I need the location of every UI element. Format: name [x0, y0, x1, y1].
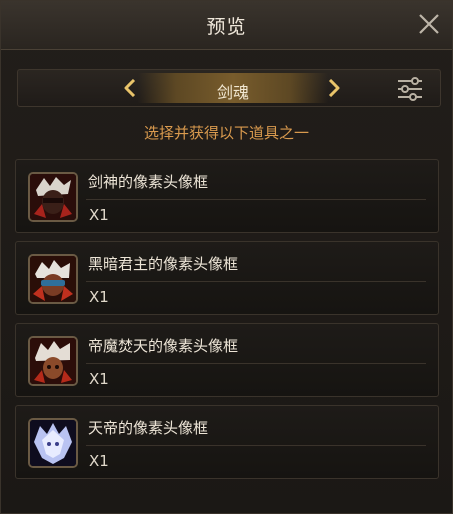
avatar-frame-icon[interactable] [28, 418, 78, 468]
reward-item[interactable]: 天帝的像素头像框 X1 [15, 405, 439, 479]
class-selector-label-bg: 剑魂 [138, 73, 328, 103]
close-button[interactable] [416, 11, 442, 37]
sliders-icon [398, 77, 422, 101]
class-selector: 剑魂 [17, 69, 441, 107]
dialog-title: 预览 [206, 16, 247, 38]
chevron-left-icon [124, 79, 136, 97]
avatar-frame-icon[interactable] [28, 172, 78, 222]
reward-item-name: 天帝的像素头像框 [88, 419, 209, 437]
divider [86, 199, 426, 200]
filter-button[interactable] [395, 76, 425, 102]
preview-dialog: 预览 剑魂 选择并获得以下道具之一 剑神的像素头像框 X1 黑暗君主的像素头像框… [0, 0, 453, 514]
close-icon [419, 14, 439, 34]
divider [86, 363, 426, 364]
divider [86, 445, 426, 446]
reward-item-name: 黑暗君主的像素头像框 [88, 255, 239, 273]
reward-item-quantity: X1 [89, 370, 109, 388]
reward-item[interactable]: 剑神的像素头像框 X1 [15, 159, 439, 233]
reward-item-name: 剑神的像素头像框 [88, 173, 209, 191]
avatar-frame-icon[interactable] [28, 336, 78, 386]
class-selector-label: 剑魂 [216, 83, 249, 102]
title-bar: 预览 [1, 1, 452, 50]
reward-item-quantity: X1 [89, 288, 109, 306]
reward-item[interactable]: 帝魔焚天的像素头像框 X1 [15, 323, 439, 397]
reward-item-quantity: X1 [89, 206, 109, 224]
reward-list: 剑神的像素头像框 X1 黑暗君主的像素头像框 X1 帝魔焚天的像素头像框 X1 … [15, 159, 439, 479]
next-class-button[interactable] [325, 78, 343, 98]
prev-class-button[interactable] [121, 78, 139, 98]
reward-item-quantity: X1 [89, 452, 109, 470]
reward-item-name: 帝魔焚天的像素头像框 [88, 337, 239, 355]
avatar-frame-icon[interactable] [28, 254, 78, 304]
divider [86, 281, 426, 282]
chevron-right-icon [328, 79, 340, 97]
instruction-text: 选择并获得以下道具之一 [143, 124, 309, 142]
reward-item[interactable]: 黑暗君主的像素头像框 X1 [15, 241, 439, 315]
